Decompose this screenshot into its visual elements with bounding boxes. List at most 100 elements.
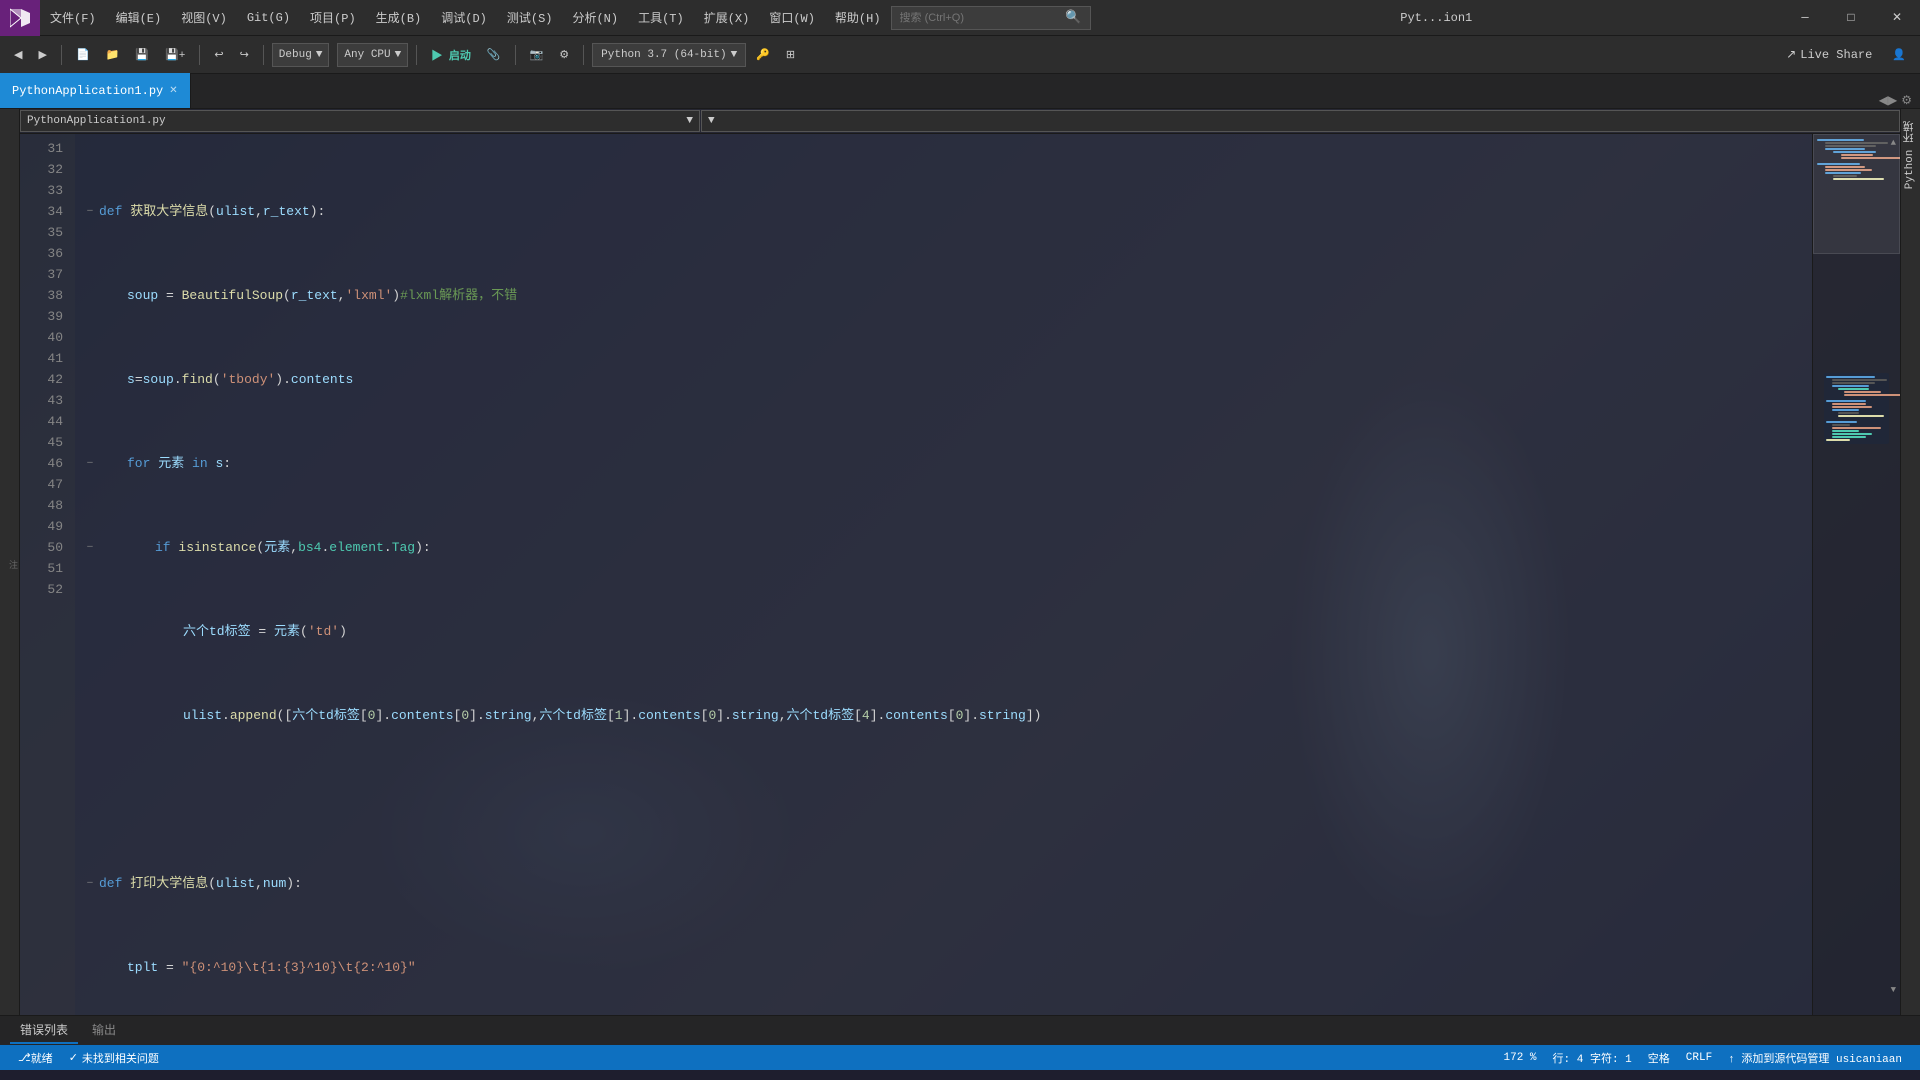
status-no-issues[interactable]: ✓ 未找到相关问题 [61,1045,167,1070]
minimap-viewport[interactable] [1813,134,1900,254]
main-area: 注 PythonApplication1.py ▼ ▼ 31 32 33 34 … [0,109,1920,1015]
bottom-panel: 错误列表 输出 [0,1015,1920,1045]
menu-analyze[interactable]: 分析(N) [562,0,628,35]
line-number-45: 45 [20,432,67,453]
tab-settings-icon[interactable]: ⚙ [1901,93,1912,108]
python-version-selector[interactable]: Python 3.7 (64-bit) ▼ [592,43,746,67]
minimap-scroll-up[interactable]: ▲ [1891,138,1896,148]
menu-tools[interactable]: 工具(T) [628,0,694,35]
fold-icon-33 [83,373,97,387]
code-line-37: ulist.append([六个td标签[0].contents[0].stri… [83,705,1812,726]
keyword-def-31: def [99,201,130,222]
fn-name-31: 获取大学信息 [130,201,208,222]
bottom-tab-output[interactable]: 输出 [82,1017,126,1044]
menu-git[interactable]: Git(G) [237,0,300,35]
menu-debug[interactable]: 调试(D) [431,0,497,35]
line-number-42: 42 [20,369,67,390]
code-line-38 [83,789,1812,810]
fold-icon-31[interactable]: ─ [83,205,97,219]
line-number-49: 49 [20,516,67,537]
minimap-preview [1824,373,1889,444]
menu-test[interactable]: 测试(S) [497,0,563,35]
menu-file[interactable]: 文件(F) [40,0,106,35]
code-line-31: ─ def 获取大学信息(ulist,r_text): [83,201,1812,222]
debug-config-dropdown[interactable]: Debug ▼ [272,43,330,67]
status-encoding[interactable]: CRLF [1678,1045,1720,1070]
undo-button[interactable]: ↩ [208,46,229,64]
minimap-scroll-down[interactable]: ▼ [1891,985,1896,995]
status-spaces[interactable]: 空格 [1640,1045,1678,1070]
tab-scroll-right-icon[interactable]: ▶ [1888,93,1897,108]
menu-project[interactable]: 项目(P) [300,0,366,35]
settings-button[interactable]: ⚙ [553,46,575,64]
live-share-icon: ↗ [1786,47,1796,62]
attach-button[interactable]: 📎 [481,46,507,64]
menu-bar: 文件(F) 编辑(E) 视图(V) Git(G) 项目(P) 生成(B) 调试(… [40,0,1091,35]
code-line-39: ─ def 打印大学信息(ulist,num): [83,873,1812,894]
new-file-button[interactable]: 📄 [70,46,96,64]
separator-6 [583,45,584,65]
env-button[interactable]: 🔑 [750,46,776,64]
menu-window[interactable]: 窗口(W) [759,0,825,35]
separator-4 [416,45,417,65]
back-button[interactable]: ◀ [8,46,28,64]
tab-scroll-left-icon[interactable]: ◀ [1879,93,1888,108]
line-number-37: 37 [20,264,67,285]
code-line-40: tplt = "{0:^10}\t{1:{3}^10}\t{2:^10}" [83,957,1812,978]
right-panel: Python 环境 [1900,109,1920,1015]
close-button[interactable]: ✕ [1874,0,1920,36]
minimize-button[interactable]: ─ [1782,0,1828,36]
minimap[interactable]: ▲ ▼ [1812,134,1900,1015]
fold-icon-37 [83,709,97,723]
code-editor[interactable]: ─ def 获取大学信息(ulist,r_text): soup = Beaut… [75,134,1812,1015]
tab-python-file[interactable]: PythonApplication1.py ✕ [0,73,191,108]
screenshot-button[interactable]: 📷 [524,46,550,64]
status-line-col[interactable]: 行: 4 字符: 1 [1545,1045,1640,1070]
start-button[interactable]: ▶ 启动 [425,45,477,65]
fold-icon-35[interactable]: ─ [83,541,97,555]
line-col-value: 行: 4 字符: 1 [1553,1050,1632,1066]
menu-help[interactable]: 帮助(H) [825,0,891,35]
line-number-50: 50 [20,537,67,558]
status-add-source[interactable]: ↑ 添加到源代码管理 usicaniaan [1720,1045,1910,1070]
line-number-41: 41 [20,348,67,369]
cpu-label: Any CPU [344,49,390,61]
account-button[interactable]: 👤 [1886,46,1912,64]
line-number-34: 34 [20,201,67,222]
fold-icon-36 [83,625,97,639]
breadcrumb-nav-left[interactable]: PythonApplication1.py ▼ [20,110,700,132]
save-button[interactable]: 💾 [129,46,155,64]
forward-button[interactable]: ▶ [32,46,52,64]
code-content: 31 32 33 34 35 36 37 38 39 40 41 42 43 4… [20,134,1900,1015]
status-branch[interactable]: ⎇ 就绪 [10,1045,61,1070]
code-line-33: s=soup.find('tbody').contents [83,369,1812,390]
live-share-button[interactable]: ↗ Live Share [1776,47,1882,62]
save-all-button[interactable]: 💾+ [159,46,191,64]
status-zoom[interactable]: 172 % [1496,1045,1545,1070]
search-icon: 🔍 [1065,10,1081,25]
tab-close-button[interactable]: ✕ [169,85,177,97]
debug-dropdown-arrow: ▼ [316,49,323,61]
cpu-dropdown[interactable]: Any CPU ▼ [337,43,408,67]
layout-button[interactable]: ⊞ [780,46,801,64]
title-search[interactable]: 🔍 [891,6,1091,30]
right-tab-python-env[interactable]: Python 环境 [1900,113,1920,197]
code-line-34: ─ for 元素 in s: [83,453,1812,474]
editor-nav: PythonApplication1.py ▼ ▼ [20,109,1900,134]
debug-config-label: Debug [279,49,312,61]
redo-button[interactable]: ↪ [234,46,255,64]
line-number-48: 48 [20,495,67,516]
search-input[interactable] [900,12,1066,24]
bottom-tab-errors[interactable]: 错误列表 [10,1017,78,1044]
toolbar: ◀ ▶ 📄 📁 💾 💾+ ↩ ↪ Debug ▼ Any CPU ▼ ▶ 启动 … [0,36,1920,74]
status-bar: ⎇ 就绪 ✓ 未找到相关问题 172 % 行: 4 字符: 1 空格 CRLF … [0,1045,1920,1070]
breadcrumb-nav-right[interactable]: ▼ [701,110,1900,132]
menu-view[interactable]: 视图(V) [171,0,237,35]
fold-icon-39[interactable]: ─ [83,877,97,891]
maximize-button[interactable]: □ [1828,0,1874,36]
fold-icon-34[interactable]: ─ [83,457,97,471]
menu-edit[interactable]: 编辑(E) [106,0,172,35]
menu-extensions[interactable]: 扩展(X) [694,0,760,35]
open-button[interactable]: 📁 [100,46,126,64]
menu-build[interactable]: 生成(B) [366,0,432,35]
